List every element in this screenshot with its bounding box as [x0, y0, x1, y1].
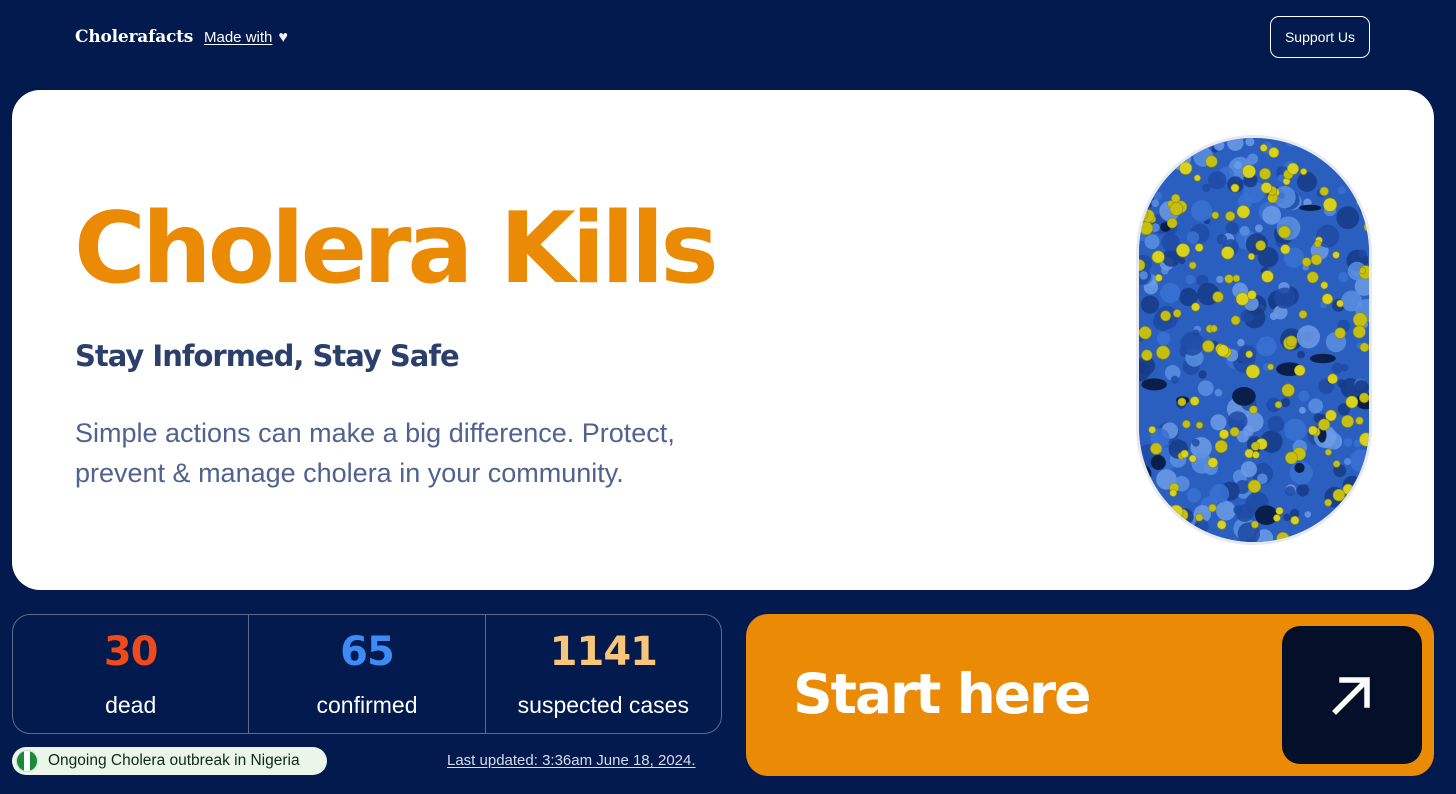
hero-card: Cholera Kills Stay Informed, Stay Safe S…: [12, 90, 1434, 590]
cholera-microscopy-image: [1136, 135, 1372, 545]
support-us-button[interactable]: Support Us: [1270, 16, 1370, 58]
outbreak-text: Ongoing Cholera outbreak in Nigeria: [48, 752, 300, 769]
heart-icon: ♥: [278, 28, 288, 46]
stats-panel: 30 dead 65 confirmed 1141 suspected case…: [12, 614, 722, 734]
stat-dead: 30 dead: [13, 615, 248, 733]
stat-suspected: 1141 suspected cases: [484, 615, 721, 733]
stat-dead-value: 30: [103, 629, 159, 675]
stat-dead-label: dead: [105, 692, 157, 718]
made-with-link[interactable]: Made with: [204, 29, 272, 46]
hero-subtitle: Stay Informed, Stay Safe: [75, 339, 460, 373]
hero-title: Cholera Kills: [74, 192, 719, 306]
stat-suspected-label: suspected cases: [517, 692, 689, 718]
stat-confirmed-value: 65: [340, 629, 395, 675]
stat-confirmed-label: confirmed: [316, 692, 418, 718]
brand-logo[interactable]: Cholerafacts: [75, 27, 193, 47]
hero-description: Simple actions can make a big difference…: [75, 418, 675, 488]
site-header: Cholerafacts Made with ♥ Support Us: [0, 0, 1456, 80]
microbe-illustration: [1139, 138, 1369, 542]
arrow-up-right-icon[interactable]: [1282, 626, 1422, 764]
nigeria-flag-icon: [16, 750, 38, 772]
start-here-button[interactable]: Start here: [746, 614, 1434, 776]
stat-confirmed: 65 confirmed: [248, 615, 484, 733]
outbreak-badge[interactable]: Ongoing Cholera outbreak in Nigeria: [12, 747, 327, 775]
made-with: Made with ♥: [204, 29, 288, 46]
start-here-label: Start here: [793, 662, 1091, 726]
last-updated-link[interactable]: Last updated: 3:36am June 18, 2024.: [447, 752, 696, 769]
stat-suspected-value: 1141: [549, 629, 658, 675]
